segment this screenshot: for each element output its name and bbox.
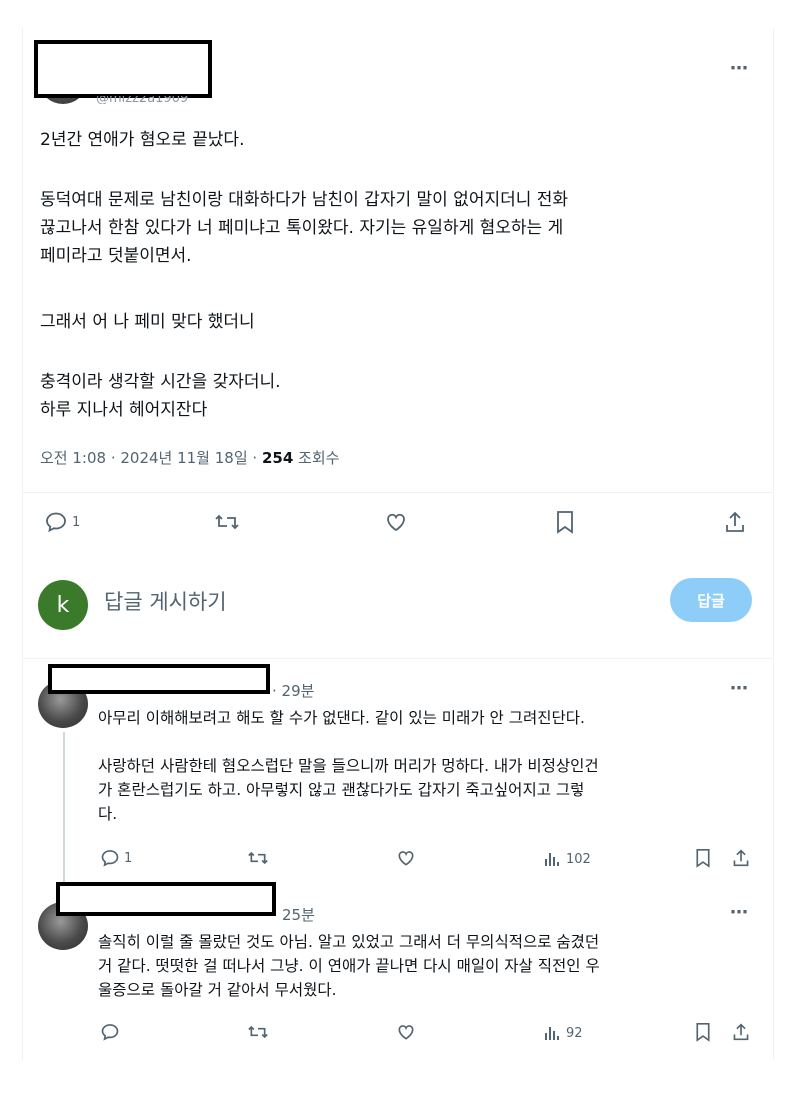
post-meta: 오전 1:08 · 2024년 11월 18일 · 254 조회수	[40, 447, 339, 468]
author-handle: @mizz2a1909	[96, 96, 189, 104]
view-count: 254	[261, 449, 294, 467]
post-paragraph-4: 충격이라 생각할 시간을 갖자더니. 하루 지나서 헤어지잔다	[40, 372, 281, 420]
reply-time[interactable]: 25분	[282, 904, 315, 925]
bookmark-button[interactable]	[554, 510, 576, 534]
like-icon	[387, 513, 405, 532]
reply-icon	[46, 512, 66, 533]
share-button[interactable]	[724, 510, 746, 534]
more-options-icon[interactable]: ⋯	[730, 904, 749, 922]
share-icon	[726, 511, 744, 532]
analytics-icon	[545, 1027, 559, 1040]
reply-button[interactable]	[100, 1022, 124, 1042]
retweet-button[interactable]	[214, 510, 240, 534]
bookmark-button[interactable]	[694, 848, 712, 868]
reply-icon	[101, 850, 119, 867]
analytics-icon	[545, 853, 559, 866]
reply-icon	[101, 1024, 119, 1041]
more-options-icon[interactable]: ⋯	[730, 680, 749, 698]
views-button[interactable]: 92	[544, 1024, 583, 1042]
bookmark-icon	[557, 511, 573, 534]
reply-count: 1	[124, 850, 133, 866]
share-button[interactable]	[732, 848, 750, 868]
like-button[interactable]	[396, 1022, 416, 1042]
thread-line	[63, 732, 65, 882]
view-count: 92	[566, 1025, 583, 1041]
reply-text: 솔직히 이럴 줄 몰랐던 것도 아님. 알고 있었고 그래서 더 무의식적으로 …	[98, 933, 600, 999]
divider	[22, 658, 774, 659]
like-icon	[398, 1025, 414, 1040]
reply-button[interactable]: 1	[44, 510, 80, 534]
retweet-icon	[248, 1025, 268, 1039]
redacted-author-name	[34, 40, 212, 98]
reply-time[interactable]: · 29분	[272, 680, 314, 701]
retweet-button[interactable]	[246, 1022, 270, 1042]
bookmark-icon	[696, 1023, 710, 1042]
like-button[interactable]	[396, 848, 416, 868]
reply-submit-button[interactable]: 답글	[670, 578, 752, 622]
view-count: 102	[566, 851, 591, 867]
view-label: 조회수	[293, 449, 340, 467]
redacted-author-name	[48, 664, 270, 694]
share-icon	[733, 849, 749, 867]
retweet-button[interactable]	[246, 848, 270, 868]
more-options-icon[interactable]: ⋯	[730, 60, 749, 78]
reply-text: 아무리 이해해보려고 해도 할 수가 없댄다. 같이 있는 미래가 안 그려진단…	[98, 709, 599, 823]
like-icon	[398, 851, 414, 866]
post-paragraph-3: 그래서 어 나 페미 맞다 했더니	[40, 312, 255, 332]
share-icon	[733, 1023, 749, 1041]
divider	[22, 492, 774, 493]
reply-button[interactable]: 1	[100, 848, 132, 868]
redacted-author-name	[56, 882, 276, 916]
views-button[interactable]: 102	[544, 850, 591, 868]
share-button[interactable]	[732, 1022, 750, 1042]
bookmark-button[interactable]	[694, 1022, 712, 1042]
post-paragraph-1: 2년간 연애가 혐오로 끝났다.	[40, 130, 245, 150]
retweet-icon	[248, 851, 268, 865]
user-avatar[interactable]: k	[38, 580, 88, 630]
post-paragraph-2: 동덕여대 문제로 남친이랑 대화하다가 남친이 갑자기 말이 없어지더니 전화 …	[40, 190, 569, 266]
bookmark-icon	[696, 849, 710, 868]
like-button[interactable]	[384, 510, 408, 534]
reply-input[interactable]: 답글 게시하기	[104, 586, 227, 616]
retweet-icon	[215, 514, 239, 530]
reply-count: 1	[72, 514, 81, 530]
post-timestamp[interactable]: 오전 1:08 · 2024년 11월 18일 ·	[40, 449, 262, 467]
